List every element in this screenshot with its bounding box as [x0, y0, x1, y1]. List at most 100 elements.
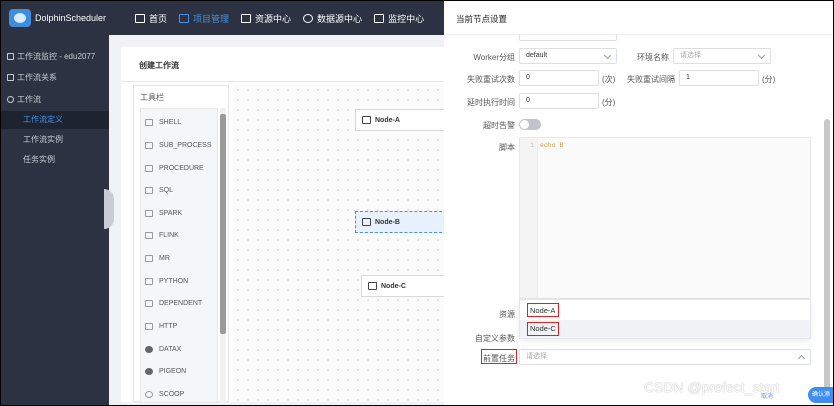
- task-label: SPARK: [159, 209, 183, 217]
- scoop-icon: [145, 390, 153, 398]
- task-label: PROCEDURE: [159, 164, 204, 172]
- retry-times-input[interactable]: 0: [519, 70, 599, 86]
- task-label: PYTHON: [159, 277, 189, 285]
- toolbox-scroll-thumb[interactable]: [220, 114, 226, 334]
- spark-icon: [145, 209, 153, 217]
- app-logo[interactable]: DolphinScheduler: [9, 9, 106, 27]
- shell-icon: [362, 116, 371, 124]
- task-datax[interactable]: DATAX: [145, 340, 215, 358]
- sidebar-project-label: 工作流监控 - edu2077: [17, 52, 96, 61]
- dropdown-option-node-c[interactable]: Node-C: [520, 320, 810, 338]
- sidebar-workflow-label: 工作流: [17, 95, 41, 104]
- retry-interval-input[interactable]: 1: [679, 70, 759, 86]
- task-pigeon[interactable]: PIGEON: [145, 362, 215, 380]
- worker-group-select[interactable]: default: [519, 48, 617, 64]
- nav-resource[interactable]: 资源中心: [241, 1, 291, 35]
- relation-icon: [7, 74, 14, 81]
- toolbox-scrollbar[interactable]: [220, 108, 226, 403]
- nav-home[interactable]: 首页: [135, 1, 167, 35]
- drawer-scrollbar[interactable]: [824, 119, 830, 399]
- task-flink[interactable]: FLINK: [145, 226, 215, 244]
- task-label: SCOOP: [159, 390, 185, 398]
- sql-icon: [145, 186, 153, 194]
- retry-times-unit: (次): [602, 75, 616, 84]
- script-code: echo B: [540, 142, 564, 149]
- app-name: DolphinScheduler: [35, 13, 107, 23]
- page-title: 创建工作流: [139, 61, 179, 70]
- delay-input[interactable]: 0: [519, 93, 599, 109]
- sidebar-collapse-handle[interactable]: [104, 189, 114, 229]
- env-name-select[interactable]: 请选择: [673, 48, 771, 64]
- line-number: 1: [530, 142, 534, 149]
- main-nav: 首页 项目管理 资源中心 数据源中心 监控中心: [135, 1, 436, 35]
- node-label: Node-B: [375, 218, 400, 226]
- pre-task-placeholder: 请选择: [526, 353, 547, 360]
- highlight-box-node-c: [527, 322, 559, 336]
- sidebar-relation[interactable]: 工作流关系: [7, 72, 57, 83]
- sidebar-item-workflow-instance[interactable]: 工作流实例: [1, 131, 109, 149]
- task-dependent[interactable]: DEPENDENT: [145, 294, 215, 312]
- dropdown-option-node-a[interactable]: Node-A: [520, 302, 810, 320]
- worker-group-label: Worker分组: [473, 53, 515, 62]
- task-label: SQL: [159, 186, 174, 194]
- node-c[interactable]: Node-C: [361, 275, 447, 297]
- node-label: Node-C: [381, 282, 406, 290]
- dag-canvas[interactable]: Node-A Node-B Node-C: [233, 85, 451, 402]
- highlight-box-node-a: [527, 303, 559, 317]
- task-procedure[interactable]: PROCEDURE: [145, 159, 215, 177]
- dependent-icon: [145, 299, 153, 307]
- database-icon: [303, 13, 314, 23]
- retry-times-label: 失败重试次数: [467, 75, 515, 84]
- chevron-up-icon: [797, 354, 806, 363]
- sub-process-icon: [145, 141, 153, 149]
- sidebar-project[interactable]: 工作流监控 - edu2077: [7, 51, 95, 62]
- confirm-add-button[interactable]: 确认添加: [808, 387, 833, 403]
- folder-icon: [241, 13, 252, 23]
- task-label: HTTP: [159, 322, 178, 330]
- watermark: CSDN @prefect_start: [644, 379, 780, 395]
- task-spark[interactable]: SPARK: [145, 204, 215, 222]
- http-icon: [145, 322, 153, 330]
- node-a[interactable]: Node-A: [355, 109, 447, 131]
- nav-monitor[interactable]: 监控中心: [374, 1, 424, 35]
- delay-unit: (分): [602, 98, 616, 107]
- sidebar-item-workflow-definition[interactable]: 工作流定义: [1, 111, 109, 129]
- task-sub-process[interactable]: SUB_PROCESS: [145, 136, 215, 154]
- nav-project[interactable]: 项目管理: [179, 1, 229, 35]
- procedure-icon: [145, 164, 153, 172]
- task-mr[interactable]: MR: [145, 249, 215, 267]
- timeout-alert-toggle[interactable]: [519, 119, 541, 130]
- task-label: SHELL: [159, 118, 182, 126]
- task-shell[interactable]: SHELL: [145, 113, 215, 131]
- task-scoop[interactable]: SCOOP: [145, 385, 215, 402]
- worker-group-value: default: [526, 52, 548, 59]
- task-label: SUB_PROCESS: [159, 141, 212, 149]
- task-label: DEPENDENT: [159, 299, 203, 307]
- delay-label: 延时执行时间: [467, 98, 515, 107]
- node-b[interactable]: Node-B: [355, 211, 447, 233]
- drawer-title: 当前节点设置: [456, 14, 508, 24]
- script-editor[interactable]: 1 echo B: [519, 137, 811, 299]
- task-sql[interactable]: SQL: [145, 181, 215, 199]
- nav-monitor-label: 监控中心: [388, 13, 425, 24]
- chevron-down-icon: [603, 51, 612, 60]
- workflow-editor: 创建工作流 工具栏 SHELL SUB_PROCESS PROCEDURE SQ…: [121, 47, 451, 403]
- sidebar-item-task-instance[interactable]: 任务实例: [1, 151, 109, 169]
- task-http[interactable]: HTTP: [145, 317, 215, 335]
- mr-icon: [145, 254, 153, 262]
- gear-icon: [7, 96, 14, 103]
- pre-task-select[interactable]: 请选择: [519, 349, 811, 365]
- nav-datasource[interactable]: 数据源中心: [303, 1, 362, 35]
- divider: [121, 81, 451, 82]
- home-icon: [135, 13, 145, 23]
- env-name-label: 环境名称: [637, 53, 669, 62]
- sidebar-workflow[interactable]: 工作流: [7, 94, 41, 105]
- script-label: 脚本: [499, 143, 515, 152]
- task-label: DATAX: [159, 345, 182, 353]
- task-label: FLINK: [159, 231, 179, 239]
- task-label: MR: [159, 254, 170, 262]
- task-type-list: SHELL SUB_PROCESS PROCEDURE SQL SPARK FL…: [140, 108, 218, 403]
- project-icon: [179, 13, 190, 23]
- previous-field-edge[interactable]: [519, 35, 617, 41]
- task-python[interactable]: PYTHON: [145, 272, 215, 290]
